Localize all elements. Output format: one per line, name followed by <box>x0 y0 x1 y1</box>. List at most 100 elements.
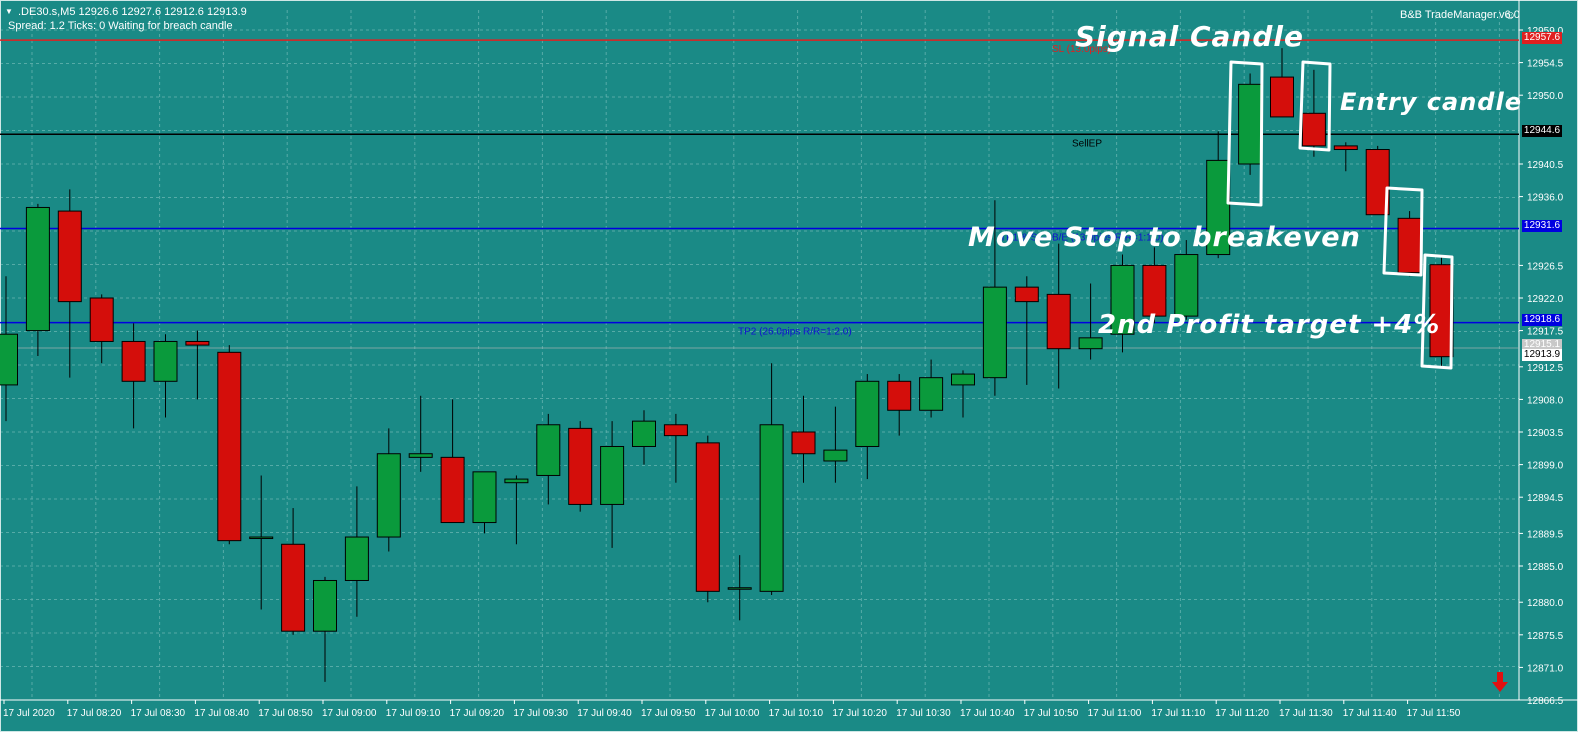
time-axis-label: 17 Jul 08:40 <box>194 708 249 719</box>
time-axis-label: 17 Jul 09:30 <box>513 708 568 719</box>
candle-body <box>951 373 975 386</box>
breakeven-annotation: Move Stop to breakeven <box>968 222 1361 253</box>
time-axis-label: 17 Jul 09:20 <box>450 708 505 719</box>
candle-body <box>185 340 210 346</box>
time-axis-label: 17 Jul 10:10 <box>769 708 824 719</box>
time-axis-label: 17 Jul 09:00 <box>322 708 377 719</box>
time-axis-label: 17 Jul 10:00 <box>705 708 760 719</box>
candle-body <box>1397 217 1422 274</box>
time-axis-label: 17 Jul 08:50 <box>258 708 313 719</box>
time-axis-label: 17 Jul 09:50 <box>641 708 696 719</box>
time-axis-label: 17 Jul 09:10 <box>386 708 441 719</box>
candle-body <box>1142 264 1167 317</box>
price-axis-label: 12866.5 <box>1527 696 1564 707</box>
tp2-price-tag: 12918.6 <box>1522 314 1562 326</box>
candle-body <box>982 286 1007 379</box>
candle-body <box>1270 76 1294 118</box>
candle-body <box>1333 145 1358 151</box>
price-axis-label: 12908.0 <box>1527 395 1564 406</box>
price-axis-label: 12875.5 <box>1527 631 1564 642</box>
second-target-annotation: 2nd Profit target +4% <box>1098 310 1441 340</box>
candle-body <box>568 427 593 505</box>
candle-body <box>504 478 529 484</box>
tp1-price-tag: 12931.6 <box>1522 220 1562 232</box>
candle-body <box>600 445 625 505</box>
candle-body <box>376 453 401 538</box>
candle-body <box>472 471 497 524</box>
price-axis-label: 12922.0 <box>1527 294 1564 305</box>
price-axis-label: 12917.5 <box>1527 327 1564 338</box>
sell-entry-line-label: SellEP <box>1072 138 1102 149</box>
time-axis-label: 17 Jul 11:50 <box>1407 708 1461 719</box>
arrow-down-icon <box>1492 672 1508 692</box>
time-axis-label: 17 Jul 11:10 <box>1151 708 1205 719</box>
time-axis-label: 17 Jul 10:20 <box>832 708 887 719</box>
candle-body <box>536 424 561 476</box>
time-axis-label: 17 Jul 08:20 <box>67 708 122 719</box>
time-axis-label: 17 Jul 10:40 <box>960 708 1015 719</box>
candle-body <box>663 424 688 437</box>
entry-candle-annotation: Entry candle <box>1340 88 1522 116</box>
candle-body <box>25 206 50 332</box>
candle-body <box>1046 293 1071 350</box>
candle-body <box>281 543 306 632</box>
sl-price-tag: 12957.6 <box>1522 32 1562 44</box>
candle-body <box>632 420 656 447</box>
price-axis-label: 12912.5 <box>1527 363 1564 374</box>
candle-body <box>408 453 433 458</box>
price-axis-label: 12926.5 <box>1527 261 1564 272</box>
candle-body <box>727 587 752 590</box>
time-axis-label: 17 Jul 11:00 <box>1088 708 1142 719</box>
candle-body <box>1174 254 1199 317</box>
sell-entry-price-tag: 12944.6 <box>1522 125 1562 137</box>
price-axis-label: 12880.0 <box>1527 598 1564 609</box>
last-price-tag: 12913.9 <box>1522 349 1562 361</box>
chart-symbol-dropdown-icon[interactable]: ▼ <box>5 7 13 16</box>
candle-body <box>153 340 178 382</box>
candle-body <box>1301 112 1326 147</box>
candle-body <box>695 442 720 592</box>
time-axis-label: 17 Jul 08:30 <box>131 708 186 719</box>
price-axis-label: 12903.5 <box>1527 428 1564 439</box>
price-axis-label: 12889.5 <box>1527 529 1564 540</box>
time-axis-label: 17 Jul 11:30 <box>1279 708 1333 719</box>
candle-body <box>217 351 242 542</box>
candle-body <box>855 380 880 447</box>
price-axis-label: 12954.5 <box>1527 59 1564 70</box>
price-axis-label: 12940.5 <box>1527 160 1564 171</box>
candle-body <box>57 210 82 303</box>
time-axis-label: 17 Jul 09:40 <box>577 708 632 719</box>
candle-body <box>919 377 944 411</box>
price-axis-label: 12871.0 <box>1527 663 1564 674</box>
price-axis-label: 12936.0 <box>1527 193 1564 204</box>
chart-symbol-info: .DE30.s,M5 12926.6 12927.6 12912.6 12913… <box>18 6 247 18</box>
candle-body <box>249 536 274 540</box>
candle-body <box>1014 286 1039 303</box>
candle-body <box>440 456 465 524</box>
price-axis-label: 12894.5 <box>1527 493 1564 504</box>
price-axis-label: 12885.0 <box>1527 562 1564 573</box>
candle-body <box>89 297 114 342</box>
chart-window[interactable]: SL (13.0pips) SellEP TP1 & SL->B/E (13.0pi… <box>0 0 1578 732</box>
candle-body <box>344 536 369 581</box>
time-axis-label: 17 Jul 10:50 <box>1024 708 1079 719</box>
time-axis-label: 17 Jul 11:40 <box>1343 708 1397 719</box>
candle-body <box>121 340 146 382</box>
candle-body <box>887 380 912 411</box>
signal-candle-annotation: Signal Candle <box>1075 20 1304 53</box>
candle-body <box>313 579 337 632</box>
candle-body <box>823 449 848 462</box>
price-axis-label: 12899.0 <box>1527 461 1564 472</box>
time-axis-label: 17 Jul 2020 <box>3 708 55 719</box>
time-axis-label: 17 Jul 11:20 <box>1215 708 1269 719</box>
time-axis-label: 17 Jul 10:30 <box>896 708 951 719</box>
tp2-line-label: TP2 (26.0pips R/R=1:2.0) <box>738 327 852 338</box>
chart-status-text: Spread: 1.2 Ticks: 0 Waiting for breach … <box>8 20 233 32</box>
candle-body <box>0 333 18 386</box>
price-axis-label: 12950.0 <box>1527 91 1564 102</box>
smiley-icon: ☺ <box>1504 8 1517 22</box>
plugin-name: B&B TradeManager.v6.0 <box>1400 9 1520 21</box>
candle-body <box>1238 83 1263 165</box>
candle-body <box>791 431 816 455</box>
candle-body <box>759 424 784 592</box>
